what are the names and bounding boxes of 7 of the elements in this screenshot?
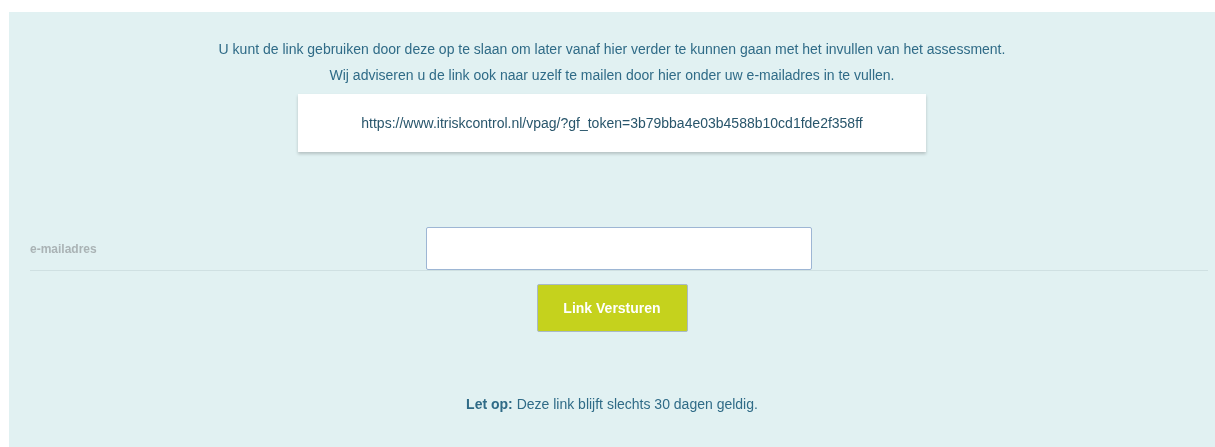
send-link-button[interactable]: Link Versturen bbox=[536, 284, 688, 332]
note-text: Let op: Deze link blijft slechts 30 dagen geldig. bbox=[465, 396, 759, 412]
email-input[interactable] bbox=[426, 227, 812, 270]
link-text: https://www.itriskcontrol.nl/vpag/?gf_token=3b79bba4e03b4588b10cd1fde2f358ff bbox=[361, 115, 863, 131]
intro-text: U kunt de link gebruiken door deze op te slaan om later vanaf hier verder te kunnen gaan met het invullen van het assessment. bbox=[217, 40, 1007, 59]
intro-text: Wij adviseren u de link ook naar uzelf te mailen door hier onder uw e-mailadres in te vullen. bbox=[328, 66, 896, 85]
email-label: e-mailadres bbox=[30, 241, 98, 256]
